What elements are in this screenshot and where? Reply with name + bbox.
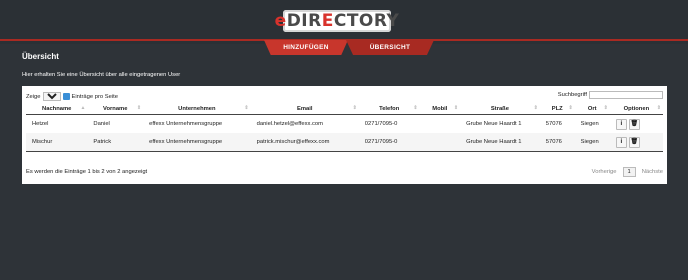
cell-email: patrick.mischur@effexx.com: [250, 133, 359, 152]
select-arrow-icon[interactable]: [62, 93, 70, 100]
cell-optionen: i 🗑: [609, 114, 663, 133]
entries-per-page-label: Einträge pro Seite: [71, 93, 118, 100]
sort-icon: ⇕: [413, 105, 418, 111]
edirectory-logo[interactable]: e DIR E CTORY: [275, 10, 399, 32]
column-header-strasse[interactable]: Straße ⇕: [460, 103, 540, 115]
column-label: Straße: [490, 105, 509, 112]
cell-plz: 57076: [539, 114, 575, 133]
cell-unternehmen: effexx Unternehmensgruppe: [143, 133, 251, 152]
sort-icon: ⇕: [656, 105, 661, 111]
column-label: Ort: [587, 105, 597, 112]
show-label: Zeige: [26, 93, 41, 100]
next-page-button[interactable]: Nächste: [642, 169, 663, 175]
sort-icon: ⇕: [244, 105, 249, 111]
cell-telefon: 0271/7095-0: [358, 114, 420, 133]
column-header-ort[interactable]: Ort ⇕: [574, 103, 610, 115]
trash-icon[interactable]: 🗑: [628, 118, 640, 130]
column-header-optionen[interactable]: Optionen ⇕: [609, 103, 663, 115]
sort-icon: ⇕: [136, 105, 142, 111]
sort-asc-icon: ▲: [80, 105, 86, 111]
logo-text-ctory: CTORY: [333, 11, 400, 31]
info-icon[interactable]: i: [615, 118, 627, 130]
info-icon[interactable]: i: [615, 136, 627, 148]
cell-mobil: [419, 133, 461, 152]
table-row: Mischur Patrick effexx Unternehmensgrupp…: [26, 133, 663, 152]
column-header-unternehmen[interactable]: Unternehmen ⇕: [143, 103, 251, 115]
table-footer: Es werden die Einträge 1 bis 2 von 2 ang…: [26, 167, 663, 179]
column-header-vorname[interactable]: Vorname ⇕: [87, 103, 144, 115]
page-size-control: Zeige 10 Einträge pro Seite: [26, 92, 118, 101]
pagination: Vorherige 1 Nächste: [592, 167, 663, 177]
column-label: Unternehmen: [178, 105, 216, 112]
column-header-telefon[interactable]: Telefon ⇕: [358, 103, 420, 115]
column-label: Optionen: [623, 105, 650, 112]
cell-vorname: Patrick: [87, 133, 144, 152]
table-header-row: Nachname ▲ Vorname ⇕ Unternehmen ⇕ Email ⇕ T…: [26, 103, 663, 115]
logo-letter-e2: E: [321, 11, 334, 31]
cell-mobil: [419, 114, 461, 133]
page-subtitle: Hier erhalten Sie eine Übersicht über al…: [22, 72, 181, 78]
prev-page-button[interactable]: Vorherige: [592, 169, 617, 175]
table-row: Hetzel Daniel effexx Unternehmensgruppe …: [26, 114, 663, 133]
cell-nachname: Hetzel: [26, 114, 88, 133]
cell-unternehmen: effexx Unternehmensgruppe: [143, 114, 251, 133]
page-title: Übersicht: [22, 52, 59, 61]
logo-letter-e: e: [274, 11, 287, 31]
sort-icon: ⇕: [453, 105, 459, 111]
cell-plz: 57076: [539, 133, 575, 152]
column-label: Vorname: [103, 105, 128, 112]
column-header-mobil[interactable]: Mobil ⇕: [419, 103, 461, 115]
column-label: Email: [296, 105, 313, 112]
search-control: Suchbegriff: [558, 91, 663, 99]
column-label: PLZ: [551, 105, 563, 112]
users-table-panel: Zeige 10 Einträge pro Seite Suchbegriff …: [22, 86, 667, 184]
sort-icon: ⇕: [352, 105, 357, 111]
search-input[interactable]: [589, 91, 663, 99]
tab-uebersicht[interactable]: ÜBERSICHT: [346, 40, 434, 55]
page-size-select[interactable]: 10: [42, 92, 61, 101]
column-header-email[interactable]: Email ⇕: [250, 103, 359, 115]
cell-email: daniel.hetzel@effexx.com: [250, 114, 359, 133]
entries-info: Es werden die Einträge 1 bis 2 von 2 ang…: [26, 169, 148, 175]
search-label: Suchbegriff: [557, 92, 587, 98]
cell-optionen: i 🗑: [609, 133, 663, 152]
sort-icon: ⇕: [603, 105, 608, 111]
column-header-nachname[interactable]: Nachname ▲: [26, 103, 88, 115]
sort-icon: ⇕: [533, 105, 538, 111]
cell-vorname: Daniel: [87, 114, 144, 133]
column-label: Nachname: [42, 105, 72, 112]
cell-strasse: Grube Neue Haardt 1: [460, 133, 540, 152]
column-label: Telefon: [379, 105, 400, 112]
trash-icon[interactable]: 🗑: [628, 136, 640, 148]
cell-ort: Siegen: [574, 133, 610, 152]
sort-icon: ⇕: [568, 105, 573, 111]
cell-ort: Siegen: [574, 114, 610, 133]
tab-hinzufuegen[interactable]: HINZUFÜGEN: [264, 40, 348, 55]
cell-telefon: 0271/7095-0: [358, 133, 420, 152]
table-controls: Zeige 10 Einträge pro Seite Suchbegriff: [26, 91, 663, 102]
column-label: Mobil: [432, 105, 448, 112]
logo-text-dir: DIR: [286, 11, 322, 31]
column-header-plz[interactable]: PLZ ⇕: [539, 103, 575, 115]
cell-strasse: Grube Neue Haardt 1: [460, 114, 540, 133]
cell-nachname: Mischur: [26, 133, 88, 152]
users-table: Nachname ▲ Vorname ⇕ Unternehmen ⇕ Email ⇕ T…: [26, 103, 663, 152]
page-number-button[interactable]: 1: [622, 167, 636, 177]
